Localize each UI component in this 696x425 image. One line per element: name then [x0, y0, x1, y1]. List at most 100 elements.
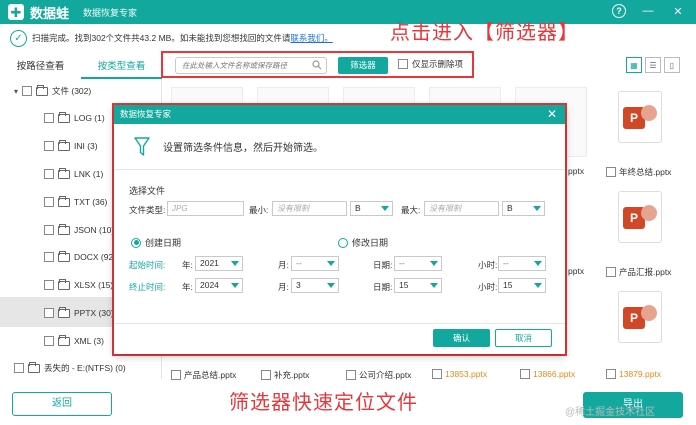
confirm-button[interactable]: 确认	[433, 329, 490, 347]
radio-button[interactable]	[338, 237, 348, 248]
radio-button[interactable]	[131, 237, 141, 248]
radio-modified-date[interactable]: 修改日期	[338, 236, 388, 249]
only-deleted-checkbox[interactable]	[398, 59, 408, 69]
chevron-down-icon[interactable]: ▾	[14, 87, 18, 96]
month-label: 月:	[278, 260, 289, 270]
tree-checkbox[interactable]	[44, 141, 54, 151]
pptx-file-icon[interactable]: P	[618, 91, 662, 143]
tree-item-label: DOCX (92)	[74, 252, 117, 262]
folder-icon	[58, 139, 70, 151]
tree-item-lnk[interactable]: LNK (1)	[44, 166, 103, 182]
file-checkbox[interactable]	[606, 167, 616, 177]
search-icon[interactable]	[312, 60, 322, 70]
file-name: pptx	[568, 266, 585, 276]
start-time-label: 起始时间:	[129, 260, 166, 270]
folder-icon	[58, 306, 70, 318]
end-day-select[interactable]: 15	[394, 278, 442, 293]
file-checkbox[interactable]	[432, 369, 442, 379]
help-icon[interactable]: ?	[612, 4, 626, 18]
cancel-button[interactable]: 取消	[495, 329, 552, 347]
radio-created-date[interactable]: 创建日期	[131, 236, 181, 249]
tree-checkbox[interactable]	[44, 169, 54, 179]
file-label-deleted[interactable]: 13866.pptx	[520, 369, 575, 379]
file-label[interactable]: 产品汇报.pptx	[606, 266, 671, 278]
tree-checkbox[interactable]	[44, 280, 54, 290]
tree-checkbox[interactable]	[44, 252, 54, 262]
tree-item-json[interactable]: JSON (10)	[44, 222, 114, 238]
start-month-select[interactable]: --	[291, 256, 339, 271]
search-input[interactable]	[176, 58, 308, 73]
file-label-deleted[interactable]: 13853.pptx	[432, 369, 487, 379]
tab-by-type[interactable]: 按类型查看	[81, 55, 162, 79]
tree-item-ini[interactable]: INI (3)	[44, 138, 98, 154]
file-checkbox[interactable]	[606, 267, 616, 277]
file-type-field[interactable]: JPG	[167, 201, 244, 216]
tree-item-docx[interactable]: DOCX (92)	[44, 249, 116, 265]
tree-checkbox[interactable]	[44, 336, 54, 346]
day-label: 日期:	[373, 260, 393, 270]
end-year-select[interactable]: 2024	[195, 278, 243, 293]
file-label[interactable]: 补充.pptx	[261, 369, 309, 381]
tree-item-xlsx[interactable]: XLSX (15)	[44, 277, 113, 293]
file-label[interactable]: 公司介绍.pptx	[346, 369, 411, 381]
tree-item-pptx[interactable]: PPTX (30)	[44, 305, 114, 321]
file-name: 公司介绍.pptx	[359, 370, 412, 380]
end-hour-select[interactable]: 15	[498, 278, 546, 293]
app-logo-icon: ✚	[8, 4, 24, 20]
min-size-field[interactable]: 没有限制	[272, 201, 347, 216]
file-label[interactable]: 产品总结.pptx	[171, 369, 236, 381]
tree-item-label: TXT (36)	[74, 197, 108, 207]
search-box	[175, 57, 327, 74]
select-value: 15	[503, 280, 513, 290]
tree-checkbox[interactable]	[44, 308, 54, 318]
only-deleted-option[interactable]: 仅显示删除项	[398, 58, 463, 70]
file-checkbox[interactable]	[606, 369, 616, 379]
tree-checkbox[interactable]	[44, 197, 54, 207]
max-size-unit-select[interactable]: B	[502, 201, 545, 216]
end-month-select[interactable]: 3	[291, 278, 339, 293]
end-time-label: 终止时间:	[129, 282, 166, 292]
dialog-header: 设置筛选条件信息，然后开始筛选。	[114, 124, 565, 170]
select-value: B	[355, 203, 361, 213]
file-label[interactable]: 年终总结.pptx	[606, 166, 671, 178]
tree-item-files[interactable]: ▾ 文件 (302)	[14, 83, 91, 99]
hour-label: 小时:	[478, 282, 498, 292]
tree-checkbox[interactable]	[22, 86, 33, 96]
minimize-icon[interactable]: —	[640, 3, 656, 19]
back-button[interactable]: 返回	[12, 392, 112, 416]
tree-checkbox[interactable]	[44, 113, 54, 123]
dropdown-arrow-icon	[534, 261, 542, 266]
select-value: 15	[399, 280, 409, 290]
tree-item-lost[interactable]: 丢失的 - E:(NTFS) (0)	[14, 360, 126, 376]
file-label-deleted[interactable]: 13879.pptx	[606, 369, 661, 379]
detail-view-icon[interactable]: ▯	[664, 57, 680, 73]
contact-us-link[interactable]: 联系我们。	[290, 32, 333, 44]
file-checkbox[interactable]	[346, 370, 356, 380]
tab-by-path[interactable]: 按路径查看	[0, 55, 81, 79]
file-name: pptx	[568, 166, 585, 176]
pptx-file-icon[interactable]: P	[618, 191, 662, 243]
tree-checkbox[interactable]	[44, 225, 54, 235]
tree-item-log[interactable]: LOG (1)	[44, 110, 105, 126]
filter-dialog: 数据恢复专家 ✕ 设置筛选条件信息，然后开始筛选。 选择文件 文件类型: JPG…	[114, 105, 565, 354]
start-hour-select[interactable]: --	[498, 256, 546, 271]
grid-view-icon[interactable]: ▦	[626, 57, 642, 73]
tree-item-txt[interactable]: TXT (36)	[44, 194, 107, 210]
section-label: 选择文件	[129, 186, 166, 196]
folder-icon	[58, 223, 70, 235]
file-checkbox[interactable]	[520, 369, 530, 379]
file-checkbox[interactable]	[261, 370, 271, 380]
max-size-field[interactable]: 没有限制	[424, 201, 499, 216]
filter-button[interactable]: 筛选器	[338, 57, 388, 74]
tree-item-xml[interactable]: XML (3)	[44, 333, 104, 349]
start-day-select[interactable]: --	[394, 256, 442, 271]
pptx-file-icon[interactable]: P	[618, 291, 662, 343]
close-icon[interactable]: ✕	[670, 3, 686, 19]
list-view-icon[interactable]: ☰	[645, 57, 661, 73]
start-year-select[interactable]: 2021	[195, 256, 243, 271]
tree-item-label: XML (3)	[74, 336, 104, 346]
file-checkbox[interactable]	[171, 370, 181, 380]
close-icon[interactable]: ✕	[547, 105, 557, 124]
tree-checkbox[interactable]	[14, 363, 24, 373]
min-size-unit-select[interactable]: B	[350, 201, 393, 216]
